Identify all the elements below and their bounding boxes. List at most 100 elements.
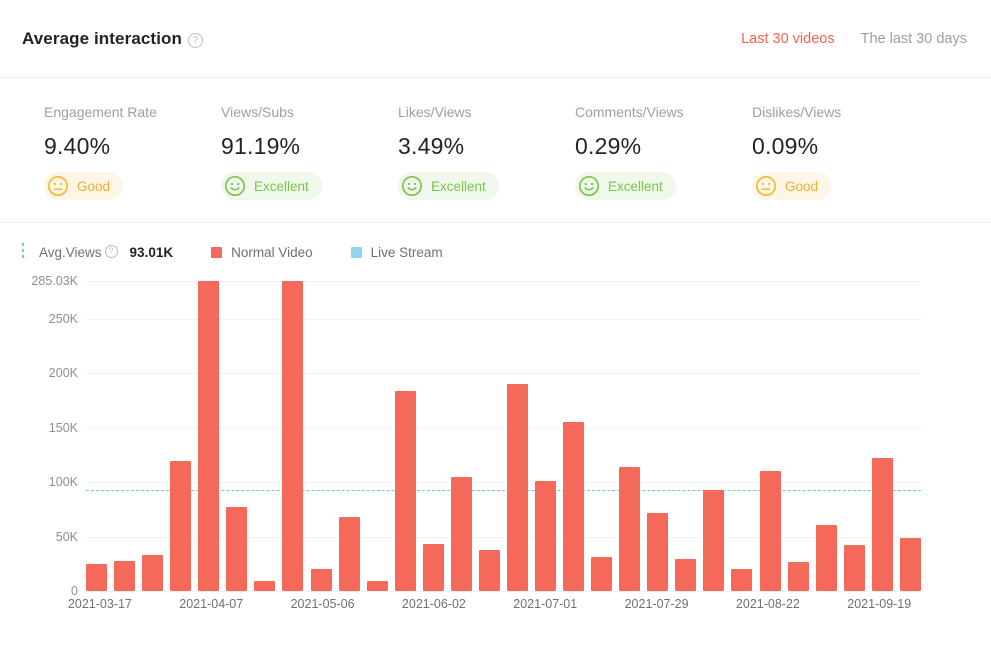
tab-last-30-days[interactable]: The last 30 days: [861, 31, 967, 47]
metric-value: 0.09%: [752, 133, 929, 160]
bar[interactable]: [142, 555, 163, 591]
question-mark-icon[interactable]: ?: [105, 245, 118, 258]
bar[interactable]: [367, 581, 388, 591]
neutral-face-icon: [47, 175, 69, 197]
bar[interactable]: [395, 391, 416, 591]
status-badge: Excellent: [221, 172, 322, 200]
avg-views-marker-icon: [22, 243, 24, 261]
bar[interactable]: [703, 490, 724, 591]
range-tabs: Last 30 videos The last 30 days: [741, 31, 967, 47]
metric-label: Engagement Rate: [44, 104, 221, 120]
x-axis: 2021-03-172021-04-072021-05-062021-06-02…: [86, 597, 921, 617]
status-badge: Good: [44, 172, 123, 200]
y-axis-tick-label: 285.03K: [31, 274, 78, 288]
tab-last-30-videos[interactable]: Last 30 videos: [741, 31, 835, 47]
gridline: [86, 591, 921, 592]
bar[interactable]: [731, 569, 752, 591]
metric-card-views-subs: Views/Subs 91.19% Excellent: [221, 104, 398, 200]
bar[interactable]: [423, 544, 444, 591]
question-mark-icon[interactable]: ?: [188, 33, 203, 48]
plot: 050K100K150K200K250K285.03K: [86, 281, 921, 591]
page-title: Average interaction?: [22, 29, 203, 49]
bar[interactable]: [198, 281, 219, 591]
metrics-row: Engagement Rate 9.40% Good Views/Subs 91…: [0, 78, 991, 223]
bar[interactable]: [86, 564, 107, 591]
x-axis-tick-label: 2021-07-01: [513, 597, 577, 611]
bar[interactable]: [339, 517, 360, 591]
status-badge: Excellent: [398, 172, 499, 200]
bar[interactable]: [282, 281, 303, 591]
bar[interactable]: [226, 507, 247, 591]
metric-label: Dislikes/Views: [752, 104, 929, 120]
legend-label: Live Stream: [371, 245, 443, 260]
y-axis-tick-label: 100K: [49, 475, 78, 489]
metric-value: 91.19%: [221, 133, 398, 160]
bar[interactable]: [591, 557, 612, 591]
neutral-face-icon: [755, 175, 777, 197]
bar[interactable]: [563, 422, 584, 591]
metric-value: 9.40%: [44, 133, 221, 160]
metric-card-likes-views: Likes/Views 3.49% Excellent: [398, 104, 575, 200]
x-axis-tick-label: 2021-05-06: [291, 597, 355, 611]
metric-label: Comments/Views: [575, 104, 752, 120]
legend-item-normal-video[interactable]: Normal Video: [211, 245, 313, 260]
x-axis-tick-label: 2021-09-19: [847, 597, 911, 611]
x-axis-tick-label: 2021-03-17: [68, 597, 132, 611]
bar[interactable]: [647, 513, 668, 591]
panel-header: Average interaction? Last 30 videos The …: [0, 0, 991, 78]
metric-label: Views/Subs: [221, 104, 398, 120]
page-title-text: Average interaction: [22, 29, 182, 48]
bar[interactable]: [114, 561, 135, 591]
x-axis-tick-label: 2021-06-02: [402, 597, 466, 611]
legend-item-live-stream[interactable]: Live Stream: [351, 245, 443, 260]
status-badge-label: Good: [77, 179, 110, 194]
bar-series-normal-video: [86, 281, 921, 591]
bar[interactable]: [619, 467, 640, 591]
bar[interactable]: [535, 481, 556, 591]
bar[interactable]: [311, 569, 332, 591]
metric-card-dislikes-views: Dislikes/Views 0.09% Good: [752, 104, 929, 200]
y-axis-tick-label: 0: [71, 584, 78, 598]
x-axis-tick-label: 2021-08-22: [736, 597, 800, 611]
y-axis-tick-label: 250K: [49, 312, 78, 326]
legend-label: Normal Video: [231, 245, 313, 260]
metric-card-comments-views: Comments/Views 0.29% Excellent: [575, 104, 752, 200]
metric-card-engagement-rate: Engagement Rate 9.40% Good: [44, 104, 221, 200]
y-axis-tick-label: 50K: [56, 530, 78, 544]
avg-views-value: 93.01K: [130, 245, 174, 260]
bar[interactable]: [675, 559, 696, 591]
chart-section: Avg.Views ? 93.01K Normal Video Live Str…: [0, 231, 991, 628]
bar[interactable]: [872, 458, 893, 591]
y-axis-tick-label: 150K: [49, 421, 78, 435]
x-axis-tick-label: 2021-07-29: [625, 597, 689, 611]
status-badge-label: Excellent: [608, 179, 663, 194]
x-axis-tick-label: 2021-04-07: [179, 597, 243, 611]
bar[interactable]: [900, 538, 921, 591]
metric-value: 3.49%: [398, 133, 575, 160]
chart-plot-area: 050K100K150K200K250K285.03K 2021-03-1720…: [0, 273, 991, 628]
bar[interactable]: [451, 477, 472, 591]
bar[interactable]: [507, 384, 528, 591]
chart-legend: Avg.Views ? 93.01K Normal Video Live Str…: [0, 231, 991, 273]
status-badge-label: Excellent: [431, 179, 486, 194]
legend-swatch-normal-video: [211, 247, 222, 258]
status-badge: Good: [752, 172, 831, 200]
bar[interactable]: [170, 461, 191, 592]
smiling-face-icon: [401, 175, 423, 197]
bar[interactable]: [760, 471, 781, 591]
bar[interactable]: [844, 545, 865, 591]
smiling-face-icon: [578, 175, 600, 197]
avg-views-label: Avg.Views: [39, 245, 102, 260]
bar[interactable]: [816, 525, 837, 591]
smiling-face-icon: [224, 175, 246, 197]
bar[interactable]: [479, 550, 500, 591]
status-badge: Excellent: [575, 172, 676, 200]
bar[interactable]: [254, 581, 275, 591]
metric-label: Likes/Views: [398, 104, 575, 120]
bar[interactable]: [788, 562, 809, 591]
legend-swatch-live-stream: [351, 247, 362, 258]
metric-value: 0.29%: [575, 133, 752, 160]
y-axis-tick-label: 200K: [49, 366, 78, 380]
status-badge-label: Good: [785, 179, 818, 194]
status-badge-label: Excellent: [254, 179, 309, 194]
